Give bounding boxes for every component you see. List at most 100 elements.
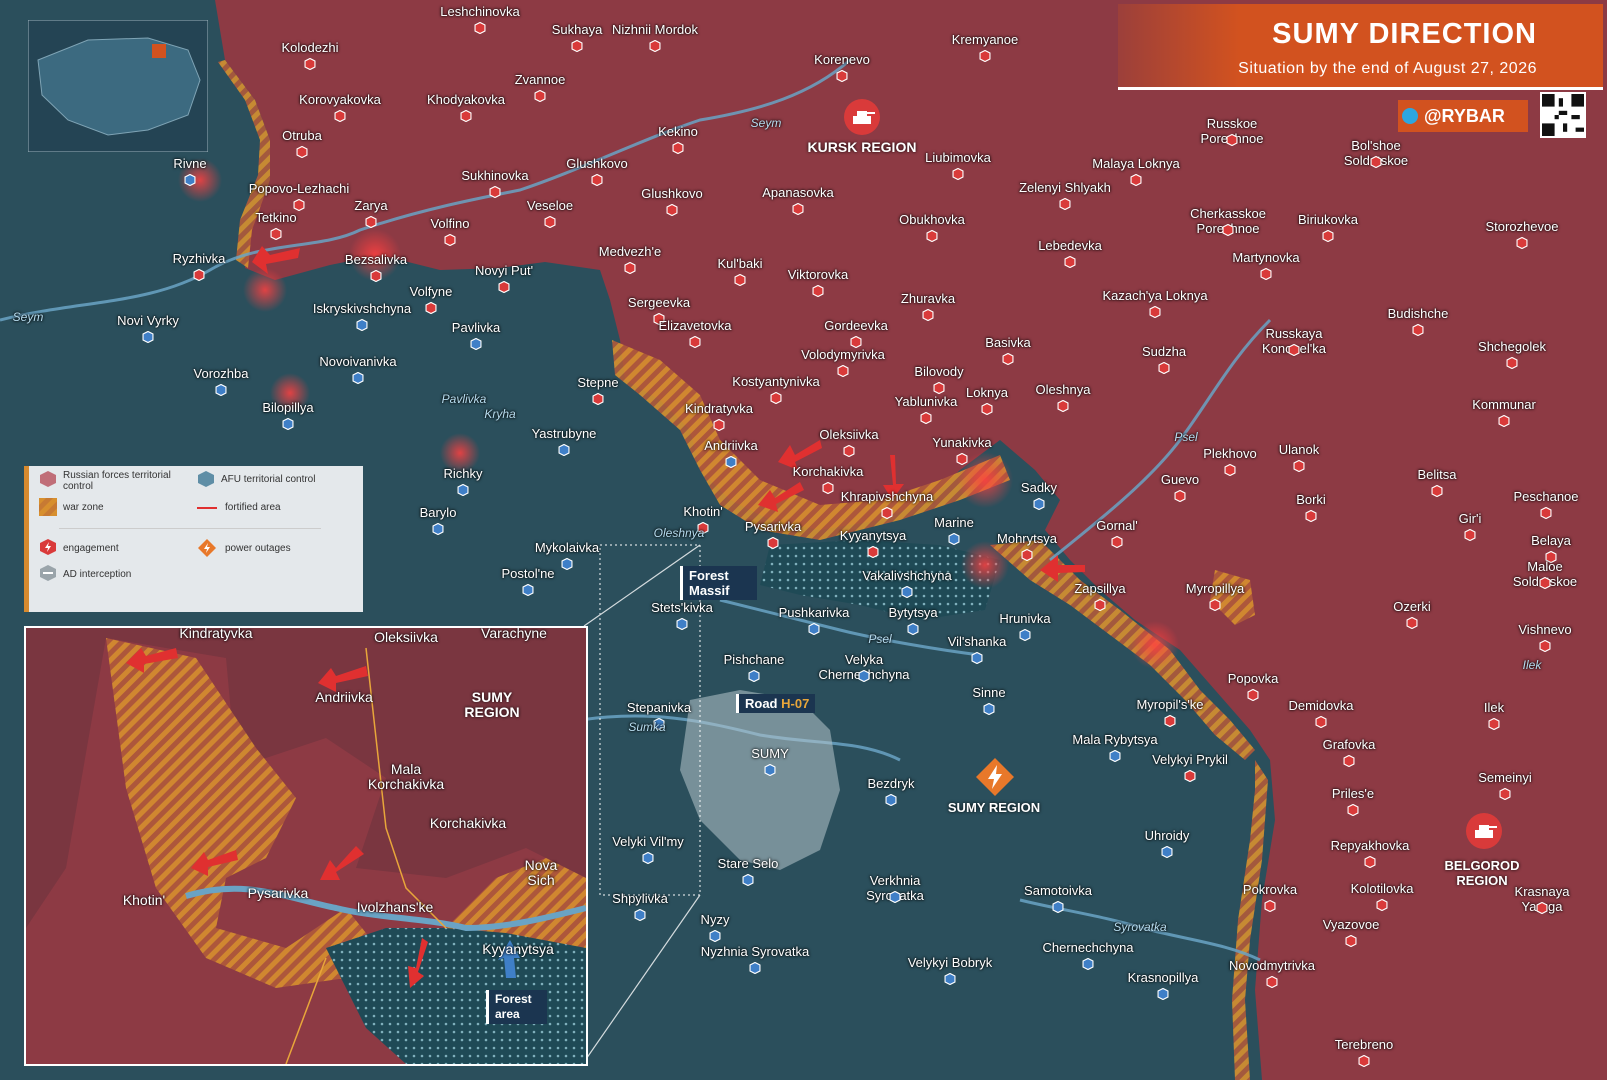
place-label: Malaya Loknya bbox=[1092, 156, 1180, 171]
settlement-marker-blue bbox=[709, 930, 721, 942]
settlement-marker-red bbox=[1184, 770, 1196, 782]
settlement-marker-red bbox=[1412, 324, 1424, 336]
settlement-marker-red bbox=[1260, 268, 1272, 280]
settlement-marker-red bbox=[1322, 230, 1334, 242]
settlement-marker-red bbox=[933, 382, 945, 394]
settlement-marker-blue bbox=[1157, 988, 1169, 1000]
place-label: Novyi Put' bbox=[474, 263, 534, 278]
place-label: Sudzha bbox=[1141, 344, 1187, 359]
place-label: Samotoivka bbox=[1024, 883, 1092, 898]
page-title: SUMY DIRECTION bbox=[1272, 18, 1537, 50]
place-label: Repyakhovka bbox=[1330, 838, 1410, 853]
page-subtitle: Situation by the end of August 27, 2026 bbox=[1238, 60, 1537, 77]
place-label: Iskryskivshchyna bbox=[312, 301, 412, 316]
place-label: Popovo-Lezhachi bbox=[248, 181, 350, 196]
settlement-marker-red bbox=[1506, 357, 1518, 369]
place-label: Liubimovka bbox=[925, 150, 991, 165]
place-label: Belitsa bbox=[1417, 467, 1457, 482]
settlement-marker-red bbox=[544, 216, 556, 228]
place-label: Kommunar bbox=[1472, 397, 1536, 412]
place-label: Medvezh'e bbox=[598, 244, 662, 259]
place-label: Leshchinovka bbox=[440, 4, 520, 19]
place-label: Vishnevo bbox=[1518, 622, 1572, 637]
place-label: Semeinyi bbox=[1478, 770, 1532, 785]
place-label: Stepne bbox=[577, 375, 619, 390]
settlement-marker-red bbox=[1224, 464, 1236, 476]
settlement-marker-red bbox=[1209, 599, 1221, 611]
settlement-marker-red bbox=[1247, 689, 1259, 701]
place-label: Pysarivka bbox=[744, 519, 802, 534]
settlement-marker-blue bbox=[1082, 958, 1094, 970]
place-label: Krasnopillya bbox=[1127, 970, 1199, 985]
place-label: Kolotilovka bbox=[1350, 881, 1414, 896]
settlement-marker-red bbox=[867, 546, 879, 558]
settlement-marker-red bbox=[1539, 577, 1551, 589]
settlement-marker-red bbox=[592, 393, 604, 405]
place-label: Rivne bbox=[173, 156, 207, 171]
river-label: Pavlivka bbox=[441, 392, 487, 406]
place-label: Andriivka bbox=[704, 438, 758, 453]
detail-inset: Kindratyvka Oleksiivka Varachyne Andriivka M… bbox=[24, 626, 588, 1066]
place-label: Barylo bbox=[419, 505, 457, 520]
place-label: Budishche bbox=[1387, 306, 1449, 321]
place-label: Popovka bbox=[1227, 671, 1279, 686]
place-label: Bezsalivka bbox=[344, 252, 408, 267]
settlement-marker-blue bbox=[561, 558, 573, 570]
forest-area-chip: Forest area bbox=[486, 990, 547, 1024]
settlement-marker-red bbox=[843, 445, 855, 457]
settlement-marker-blue bbox=[558, 444, 570, 456]
inset-place-label: Varachyne bbox=[481, 626, 547, 641]
inset-place-label: Kyyanytsya bbox=[482, 941, 554, 957]
place-label: Sukhinovka bbox=[461, 168, 529, 183]
settlement-marker-red bbox=[672, 142, 684, 154]
place-label: Apanasovka bbox=[762, 185, 834, 200]
brand-handle: @RYBAR bbox=[1424, 106, 1505, 126]
settlement-marker-red bbox=[1064, 256, 1076, 268]
place-label: Pishchane bbox=[723, 652, 785, 667]
settlement-marker-blue bbox=[748, 670, 760, 682]
place-label: Storozhevoe bbox=[1485, 219, 1559, 234]
place-label: Tetkino bbox=[255, 210, 297, 225]
place-label: Yablunivka bbox=[894, 394, 958, 409]
settlement-marker-red bbox=[920, 412, 932, 424]
settlement-marker-red bbox=[1347, 804, 1359, 816]
settlement-marker-red bbox=[1315, 716, 1327, 728]
settlement-marker-blue bbox=[808, 623, 820, 635]
settlement-marker-blue bbox=[948, 533, 960, 545]
place-label: Borki bbox=[1296, 492, 1326, 507]
place-label: Stare Selo bbox=[717, 856, 779, 871]
place-label: Kostyantynivka bbox=[732, 374, 820, 389]
settlement-marker-blue bbox=[983, 703, 995, 715]
inset-place-label: Pysarivka bbox=[247, 885, 309, 901]
road-chip: Road H-07 bbox=[736, 694, 816, 713]
overview-minimap bbox=[28, 20, 208, 152]
place-label: Pavlivka bbox=[451, 320, 501, 335]
settlement-marker-red bbox=[1021, 549, 1033, 561]
telegram-icon bbox=[1402, 108, 1418, 124]
brand-badge[interactable]: @RYBAR bbox=[1398, 100, 1528, 132]
settlement-marker-red bbox=[952, 168, 964, 180]
place-label: Kindratyvka bbox=[685, 401, 753, 416]
settlement-marker-red bbox=[489, 186, 501, 198]
place-label: Novodmytrivka bbox=[1229, 958, 1315, 973]
settlement-marker-blue bbox=[889, 891, 901, 903]
settlement-marker-blue bbox=[642, 852, 654, 864]
place-label: SUMY bbox=[751, 746, 789, 761]
place-label: Belaya bbox=[1531, 533, 1571, 548]
settlement-marker-red bbox=[270, 228, 282, 240]
settlement-marker-red bbox=[734, 274, 746, 286]
settlement-marker-red bbox=[1358, 1055, 1370, 1067]
place-label: Kekino bbox=[658, 124, 698, 139]
place-label: Postol'ne bbox=[501, 566, 555, 581]
place-label: Volfino bbox=[430, 216, 470, 231]
place-label: Sadky bbox=[1020, 480, 1058, 495]
settlement-marker-red bbox=[498, 281, 510, 293]
place-label: Glushkovo bbox=[641, 186, 703, 201]
place-label: Basivka bbox=[985, 335, 1031, 350]
settlement-marker-blue bbox=[356, 319, 368, 331]
power-outage-icon bbox=[976, 758, 1014, 796]
settlement-marker-blue bbox=[764, 764, 776, 776]
settlement-marker-red bbox=[1370, 156, 1382, 168]
place-label: Mala Rybytsya bbox=[1072, 732, 1158, 747]
inset-place-label: Korchakivka bbox=[429, 815, 507, 831]
